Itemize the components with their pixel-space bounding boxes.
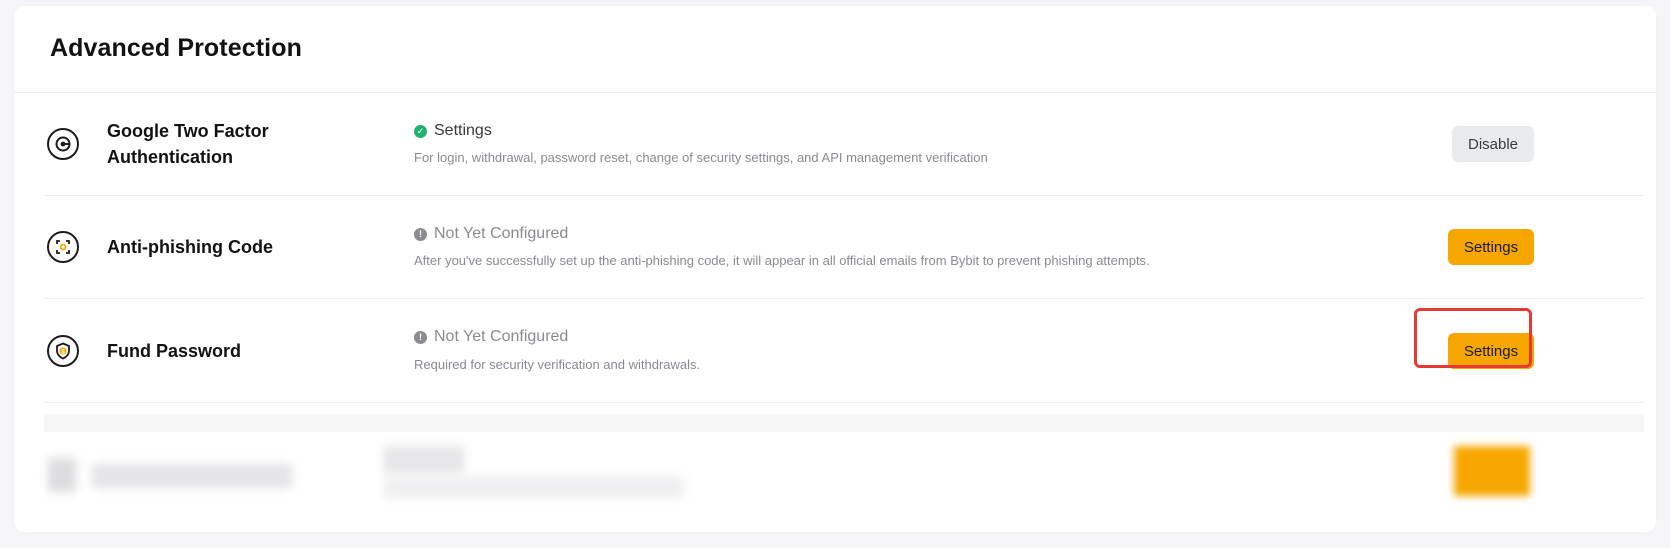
row-divider [44, 402, 1644, 403]
row-title-line2: Authentication [107, 147, 233, 167]
description-anti-phishing: After you've successfully set up the ant… [414, 253, 1150, 268]
status-text: Not Yet Configured [434, 225, 569, 242]
security-row-fund-password: $ Fund Password ! Not Yet Configured Req… [44, 299, 1644, 403]
description-fund-password: Required for security verification and w… [414, 357, 701, 372]
status-text: Settings [434, 122, 492, 139]
row-title-line1: Google Two Factor [107, 121, 269, 141]
blurred-title [92, 464, 292, 488]
card-title: Advanced Protection [50, 34, 302, 62]
anti-phishing-settings-button[interactable]: Settings [1448, 229, 1534, 265]
anti-phishing-icon [47, 231, 79, 263]
status-text: Not Yet Configured [434, 328, 569, 345]
google-authenticator-icon [47, 128, 79, 160]
blurred-icon [48, 458, 76, 492]
row-title-fund-password: Fund Password [107, 341, 242, 361]
blurred-button[interactable] [1454, 446, 1530, 496]
check-circle-icon: ✓ [414, 124, 427, 138]
status-fund-password: ! Not Yet Configured [414, 327, 568, 347]
info-circle-icon: ! [414, 330, 427, 344]
row-title-anti-phishing: Anti-phishing Code [107, 237, 273, 257]
blurred-description [384, 476, 684, 498]
security-row-google-2fa: Google Two Factor Authentication ✓ Setti… [44, 93, 1644, 196]
description-google-2fa: For login, withdrawal, password reset, c… [414, 150, 988, 165]
status-anti-phishing: ! Not Yet Configured [414, 224, 568, 244]
blurred-status [384, 446, 464, 474]
shield-dollar-icon: $ [47, 335, 79, 367]
status-google-2fa: ✓ Settings [414, 121, 492, 141]
advanced-protection-card: Advanced Protection Google Two Factor Au… [14, 6, 1656, 532]
disable-button[interactable]: Disable [1452, 126, 1534, 162]
highlight-box [1414, 308, 1532, 368]
security-row-anti-phishing: Anti-phishing Code ! Not Yet Configured … [44, 196, 1644, 299]
row-title-google-2fa: Google Two Factor Authentication [107, 118, 269, 170]
info-circle-icon: ! [414, 227, 427, 241]
blurred-band [44, 414, 1644, 432]
